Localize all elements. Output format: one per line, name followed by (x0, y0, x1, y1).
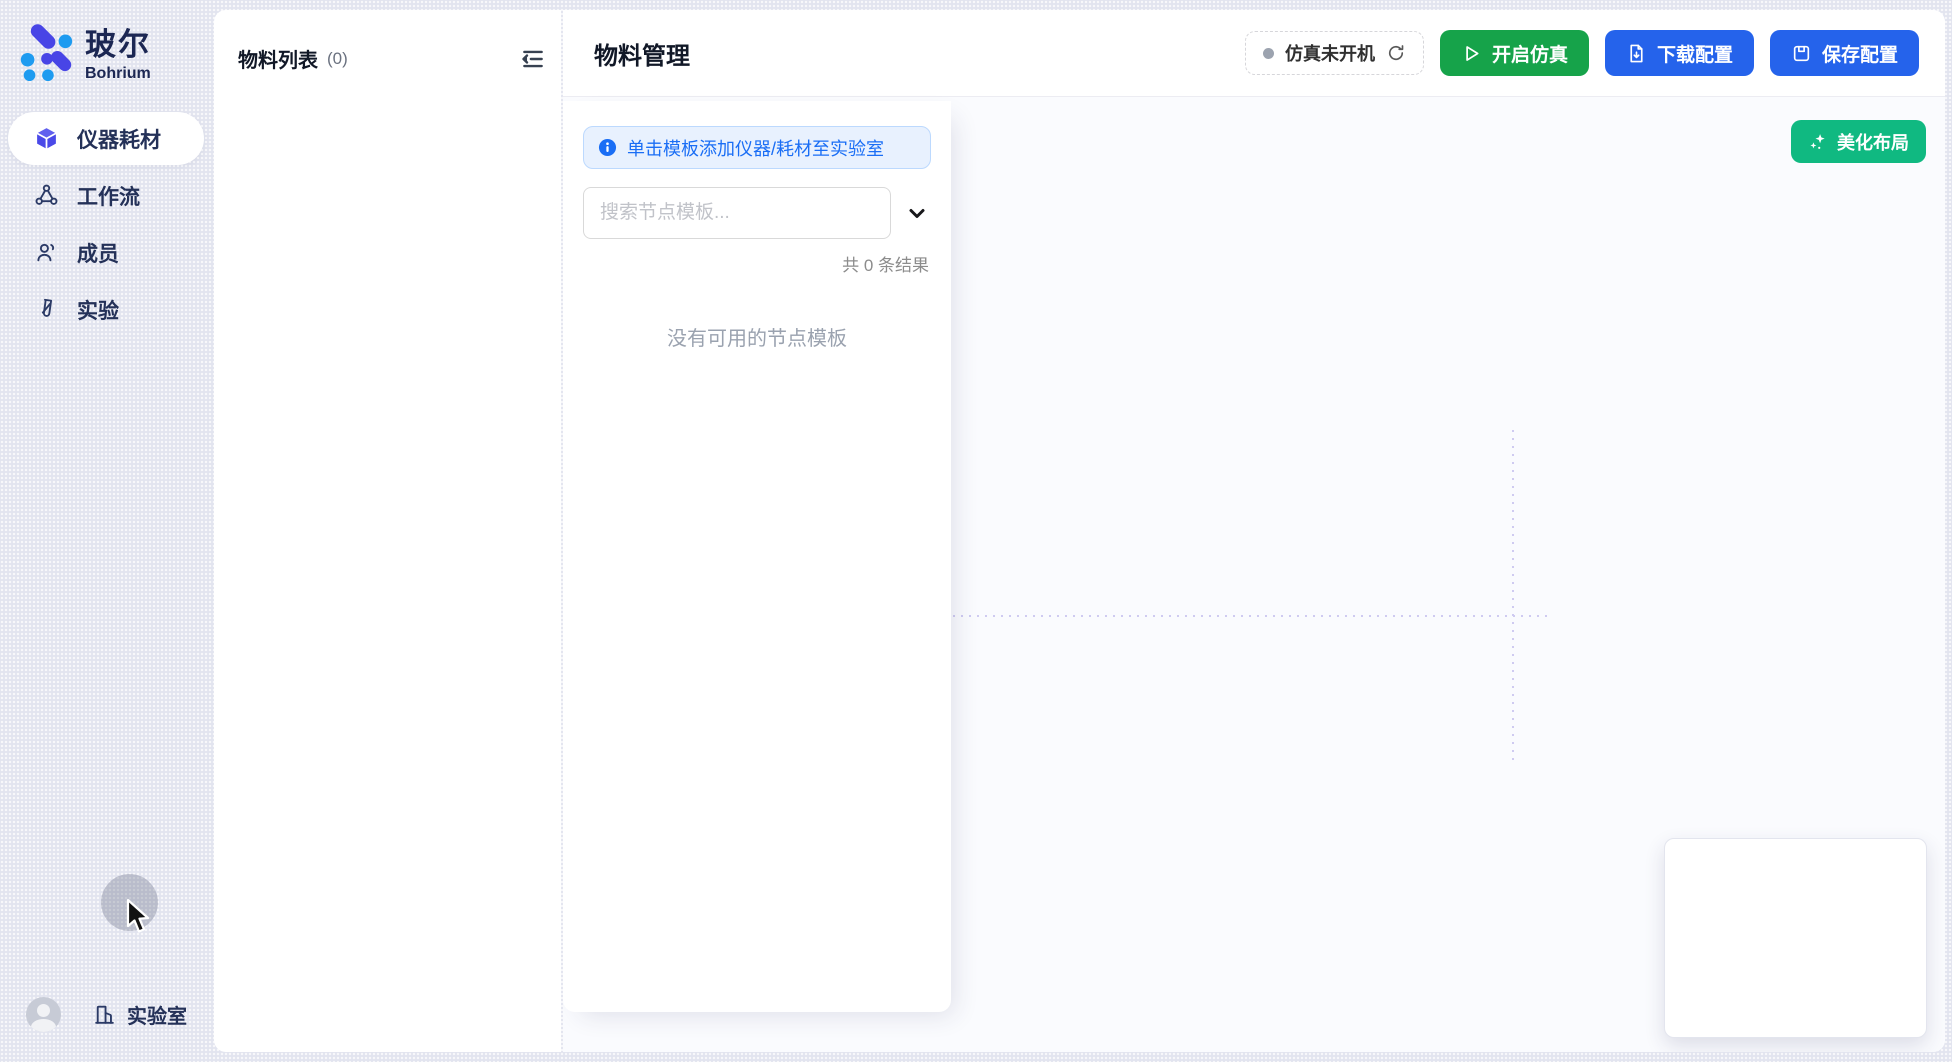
canvas-guide-horizontal (953, 615, 1551, 617)
minimap-panel[interactable] (1664, 838, 1927, 1038)
sidebar-user-area: 实验室 (26, 997, 187, 1032)
start-simulation-button[interactable]: 开启仿真 (1440, 30, 1589, 76)
start-simulation-label: 开启仿真 (1492, 40, 1568, 67)
brand-name-zh: 玻尔 (85, 19, 151, 64)
sidebar-item-members[interactable]: 成员 (8, 226, 204, 279)
sidebar-item-laboratory[interactable]: 实验室 (92, 1000, 187, 1029)
template-search-row (583, 187, 931, 239)
sidebar-item-label: 工作流 (77, 181, 140, 211)
brand-name-en: Bohrium (85, 65, 151, 83)
content-area: 物料列表 (0) 物料管理 仿真未开机 (214, 0, 1952, 1062)
members-icon (34, 240, 59, 265)
save-icon (1791, 43, 1812, 64)
canvas-guide-vertical (1512, 430, 1514, 760)
cube-icon (34, 126, 59, 151)
sidebar: 玻尔 Bohrium 仪器耗材 工作流 (0, 0, 214, 1062)
sidebar-item-label: 实验 (77, 295, 119, 325)
mouse-cursor-icon (124, 898, 154, 940)
experiment-icon (34, 297, 59, 322)
sidebar-nav: 仪器耗材 工作流 成员 实验 (0, 112, 214, 336)
sidebar-item-label: 成员 (77, 238, 119, 268)
empty-templates-message: 没有可用的节点模板 (583, 322, 931, 351)
collapse-panel-icon[interactable] (520, 46, 546, 72)
file-download-icon (1626, 43, 1647, 64)
template-hint-text: 单击模板添加仪器/耗材至实验室 (627, 135, 884, 161)
save-config-label: 保存配置 (1822, 40, 1898, 67)
avatar[interactable] (26, 997, 61, 1032)
page-title: 物料管理 (594, 36, 690, 71)
simulation-status-pill: 仿真未开机 (1245, 31, 1424, 75)
bohrium-logo-icon (15, 20, 77, 82)
sparkles-icon (1808, 132, 1828, 152)
sidebar-item-workflow[interactable]: 工作流 (8, 169, 204, 222)
node-template-palette: 单击模板添加仪器/耗材至实验室 共 0 条结果 没有可用的节点模板 (563, 101, 951, 1012)
beautify-layout-label: 美化布局 (1837, 129, 1909, 155)
save-config-button[interactable]: 保存配置 (1770, 30, 1919, 76)
refresh-icon[interactable] (1386, 43, 1406, 63)
material-list-title: 物料列表 (238, 44, 318, 73)
info-icon (598, 138, 617, 157)
layout-canvas: 单击模板添加仪器/耗材至实验室 共 0 条结果 没有可用的节点模板 (563, 97, 1945, 1052)
sidebar-item-instruments[interactable]: 仪器耗材 (8, 112, 204, 165)
sidebar-item-label: 仪器耗材 (77, 124, 161, 154)
material-list-count: (0) (327, 49, 348, 69)
chevron-down-icon[interactable] (905, 201, 929, 225)
template-hint-banner: 单击模板添加仪器/耗材至实验室 (583, 126, 931, 169)
status-dot-icon (1263, 48, 1274, 59)
sidebar-item-experiment[interactable]: 实验 (8, 283, 204, 336)
beautify-layout-button[interactable]: 美化布局 (1791, 120, 1926, 163)
brand-logo: 玻尔 Bohrium (0, 0, 214, 83)
laboratory-label: 实验室 (127, 1000, 187, 1029)
search-results-count: 共 0 条结果 (583, 251, 931, 276)
simulation-status-text: 仿真未开机 (1285, 40, 1375, 66)
template-search-input[interactable] (583, 187, 891, 239)
download-config-button[interactable]: 下载配置 (1605, 30, 1754, 76)
main-card: 物料管理 仿真未开机 开启仿真 (563, 10, 1945, 1052)
play-icon (1461, 43, 1482, 64)
material-list-header: 物料列表 (0) (214, 10, 561, 73)
page-header: 物料管理 仿真未开机 开启仿真 (563, 10, 1945, 97)
workflow-icon (34, 183, 59, 208)
download-config-label: 下载配置 (1657, 40, 1733, 67)
material-list-panel: 物料列表 (0) (214, 10, 561, 1052)
building-icon (92, 1002, 117, 1027)
